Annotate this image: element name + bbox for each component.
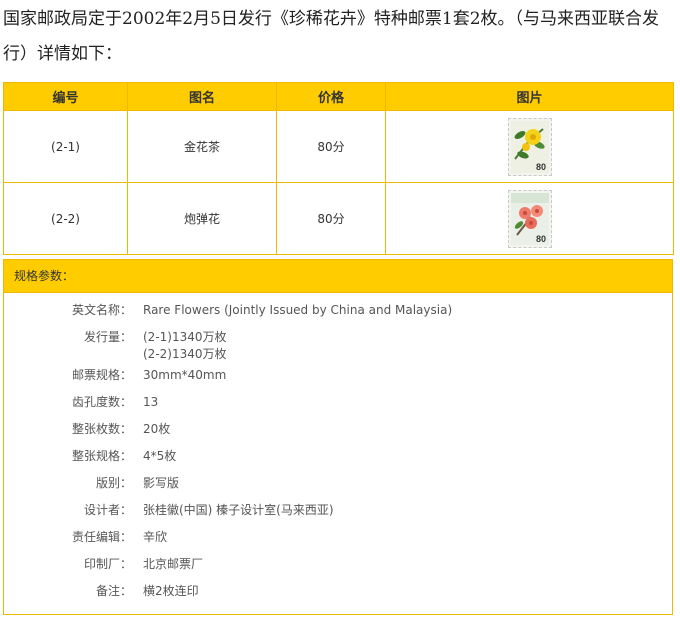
header-price: 价格 — [276, 82, 386, 111]
spec-label: 备注： — [95, 584, 132, 598]
table-row: (2-2) 炮弹花 80分 80 — [3, 182, 674, 255]
yellow-camellia-stamp-image[interactable]: 80 — [507, 117, 552, 176]
cell-price: 80分 — [276, 182, 386, 255]
cell-name: 炮弹花 — [127, 182, 277, 255]
cell-image: 80 — [385, 110, 674, 183]
header-name: 图名 — [127, 82, 277, 111]
spec-label: 发行量： — [83, 330, 132, 344]
spec-value: 横2枚连印 — [143, 584, 199, 598]
cannonball-flower-stamp-image[interactable]: 80 — [507, 189, 552, 248]
table-header-row: 编号 图名 价格 图片 — [3, 82, 674, 111]
cell-code: (2-1) — [3, 110, 128, 183]
spec-value: 北京邮票厂 — [143, 557, 204, 571]
spec-label: 英文名称： — [71, 303, 132, 317]
spec-value: 张桂徽(中国) 榛子设计室(马来西亚) — [143, 503, 334, 517]
spec-label: 责任编辑： — [71, 530, 132, 544]
spec-value: 4*5枚 — [143, 449, 177, 463]
spec-value: 20枚 — [143, 422, 171, 436]
spec-label: 齿孔度数： — [71, 395, 132, 409]
spec-label: 整张枚数： — [71, 422, 132, 436]
spec-label: 邮票规格： — [71, 368, 132, 382]
spec-value: 辛欣 — [143, 530, 168, 544]
cell-image: 80 — [385, 182, 674, 255]
table-row: (2-1) 金花茶 80分 80 — [3, 110, 674, 183]
spec-value: 13 — [143, 395, 159, 409]
spec-value: 影写版 — [143, 476, 180, 490]
cell-price: 80分 — [276, 110, 386, 183]
spec-title: 规格参数： — [4, 260, 672, 293]
intro-paragraph: 国家邮政局定于2002年2月5日发行《珍稀花卉》特种邮票1套2枚。（与马来西亚联… — [3, 9, 660, 64]
stamp-value-text: 80 — [536, 162, 546, 172]
spec-value: (2-1)1340万枚 — [143, 330, 227, 344]
header-code: 编号 — [3, 82, 128, 111]
spec-value: Rare Flowers (Jointly Issued by China an… — [143, 303, 453, 317]
cell-name: 金花茶 — [127, 110, 277, 183]
stamp-value-text: 80 — [536, 234, 546, 244]
spec-panel: 规格参数： 英文名称： Rare Flowers (Jointly Issued… — [3, 259, 673, 615]
header-image: 图片 — [385, 82, 674, 111]
spec-value: (2-2)1340万枚 — [143, 347, 227, 361]
spec-label: 印制厂： — [83, 557, 132, 571]
spec-label: 版别： — [95, 476, 132, 490]
spec-label: 整张规格： — [71, 449, 132, 463]
stamp-table: 编号 图名 价格 图片 (2-1) 金花茶 80分 80 (2-2) 炮弹花 8… — [3, 82, 674, 255]
spec-value: 30mm*40mm — [143, 368, 227, 382]
cell-code: (2-2) — [3, 182, 128, 255]
spec-label: 设计者： — [83, 503, 132, 517]
